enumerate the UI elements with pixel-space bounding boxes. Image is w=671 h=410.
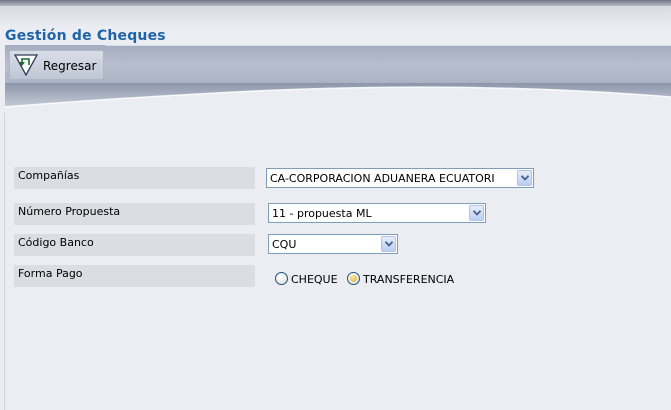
header-wave bbox=[5, 83, 671, 108]
back-button[interactable]: Regresar bbox=[9, 50, 104, 80]
banco-label: Código Banco bbox=[14, 234, 255, 256]
content-left-border bbox=[4, 113, 5, 410]
radio-cheque[interactable] bbox=[275, 272, 288, 285]
forma-pago-label: Forma Pago bbox=[14, 265, 255, 287]
companias-select[interactable]: CA-CORPORACION ADUANERA ECUATORI bbox=[266, 168, 534, 188]
banco-select[interactable]: CQU bbox=[268, 234, 398, 254]
banco-value: CQU bbox=[272, 238, 297, 251]
radio-transferencia[interactable] bbox=[347, 272, 360, 285]
propuesta-select[interactable]: 11 - propuesta ML bbox=[268, 203, 486, 223]
companias-label: Compañías bbox=[14, 167, 255, 189]
propuesta-label: Número Propuesta bbox=[14, 203, 255, 225]
chevron-down-icon[interactable] bbox=[469, 205, 484, 221]
return-arrow-icon bbox=[13, 54, 39, 77]
chevron-down-icon[interactable] bbox=[517, 170, 532, 186]
radio-cheque-label[interactable]: CHEQUE bbox=[291, 273, 338, 286]
companias-value: CA-CORPORACION ADUANERA ECUATORI bbox=[270, 172, 495, 185]
propuesta-value: 11 - propuesta ML bbox=[272, 207, 372, 220]
toolbar: Regresar bbox=[5, 45, 671, 83]
radio-transferencia-label[interactable]: TRANSFERENCIA bbox=[363, 273, 454, 286]
page-title: Gestión de Cheques bbox=[5, 28, 166, 44]
chevron-down-icon[interactable] bbox=[381, 236, 396, 252]
header-fade bbox=[0, 6, 671, 28]
back-button-label: Regresar bbox=[43, 59, 97, 73]
